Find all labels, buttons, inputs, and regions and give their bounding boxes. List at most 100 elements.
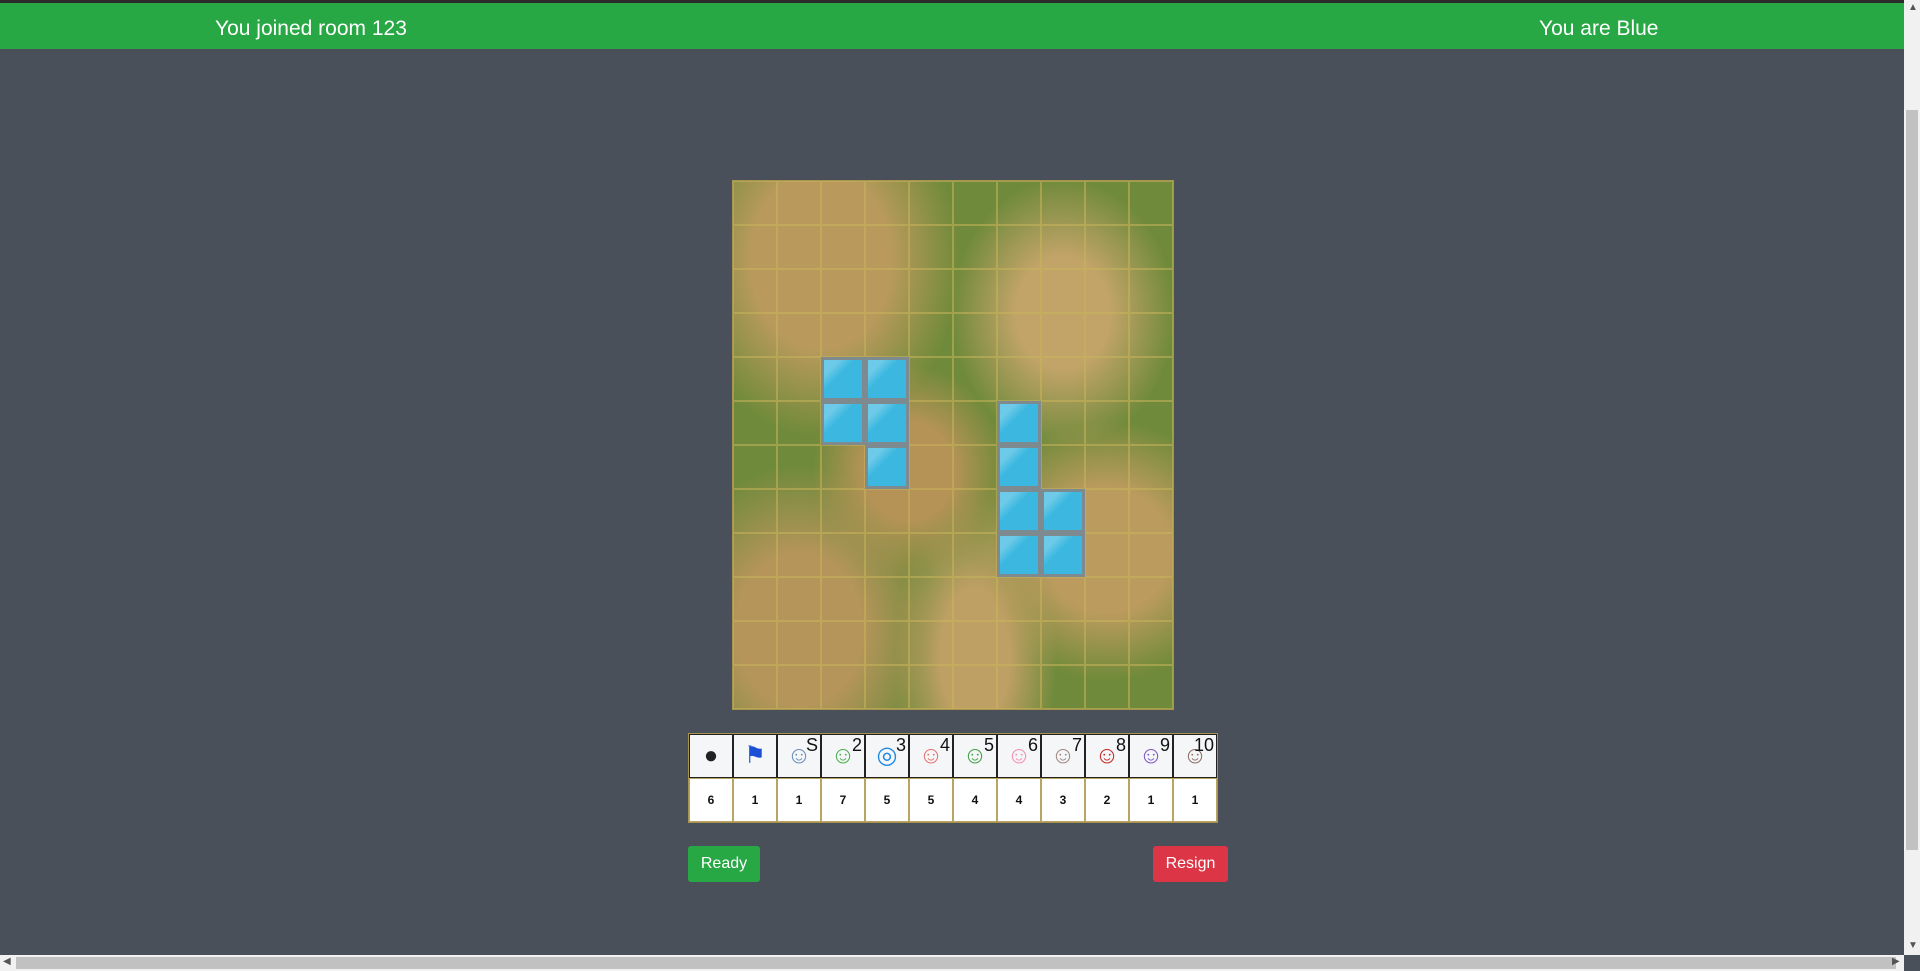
piece-cowboy[interactable]: ☺ 10 [1173,734,1217,778]
board-cell[interactable] [733,665,777,709]
piece-binoculars[interactable]: ◎ 3 [865,734,909,778]
horizontal-scroll-thumb[interactable] [16,957,1896,969]
board-cell[interactable] [777,269,821,313]
piece-flag[interactable]: ⚑ [733,734,777,778]
board-cell[interactable] [1041,181,1085,225]
board-cell[interactable] [733,621,777,665]
board-cell[interactable] [1041,225,1085,269]
board-cell[interactable] [953,533,997,577]
board-cell[interactable] [733,577,777,621]
board-cell[interactable] [777,621,821,665]
board-cell[interactable] [1085,181,1129,225]
board-cell[interactable] [1129,357,1173,401]
board-cell[interactable] [953,357,997,401]
board-cell[interactable] [733,357,777,401]
board-cell[interactable] [1041,445,1085,489]
scroll-left-icon[interactable]: ◀ [3,956,11,967]
board-cell[interactable] [997,181,1041,225]
board-cell[interactable] [821,225,865,269]
board-cell[interactable] [1129,621,1173,665]
board-cell[interactable] [821,269,865,313]
board-cell[interactable] [865,621,909,665]
board-cell[interactable] [1041,621,1085,665]
board-cell[interactable] [821,313,865,357]
board-cell[interactable] [997,665,1041,709]
board-cell[interactable] [777,445,821,489]
board-cell[interactable] [1129,401,1173,445]
piece-dinosaur[interactable]: ☺ 5 [953,734,997,778]
board-cell[interactable] [953,665,997,709]
piece-chicken[interactable]: ☺ 4 [909,734,953,778]
board-cell[interactable] [1085,357,1129,401]
board-cell[interactable] [821,577,865,621]
board-cell[interactable] [1085,577,1129,621]
board-cell[interactable] [777,665,821,709]
board-cell[interactable] [997,357,1041,401]
board-cell[interactable] [865,225,909,269]
board-cell[interactable] [733,533,777,577]
board-cell[interactable] [953,225,997,269]
board-cell[interactable] [909,313,953,357]
board-cell[interactable] [1041,665,1085,709]
board-cell[interactable] [953,181,997,225]
board-cell[interactable] [909,665,953,709]
board-cell[interactable] [1085,269,1129,313]
board-cell[interactable] [1041,313,1085,357]
board-cell[interactable] [953,401,997,445]
ready-button[interactable]: Ready [688,846,760,882]
piece-bomb[interactable]: ● [689,734,733,778]
board-cell[interactable] [909,577,953,621]
board-cell[interactable] [909,401,953,445]
board-cell[interactable] [1085,621,1129,665]
board-cell[interactable] [1129,489,1173,533]
board-cell[interactable] [777,313,821,357]
board-cell[interactable] [997,577,1041,621]
board-cell[interactable] [1129,313,1173,357]
board-cell[interactable] [777,533,821,577]
scroll-down-icon[interactable]: ▼ [1908,940,1918,951]
board-cell[interactable] [1129,225,1173,269]
vertical-scroll-thumb[interactable] [1906,110,1918,850]
board-cell[interactable] [1129,181,1173,225]
piece-potato-head[interactable]: ☺ 7 [1041,734,1085,778]
board-cell[interactable] [997,313,1041,357]
board-cell[interactable] [777,225,821,269]
board-cell[interactable] [997,225,1041,269]
board-cell[interactable] [777,401,821,445]
piece-alien[interactable]: ☺ 2 [821,734,865,778]
board-cell[interactable] [733,489,777,533]
board-cell[interactable] [733,269,777,313]
board-cell[interactable] [1085,665,1129,709]
board-cell[interactable] [909,445,953,489]
board-cell[interactable] [1041,269,1085,313]
board-cell[interactable] [1085,445,1129,489]
board-cell[interactable] [733,313,777,357]
board-cell[interactable] [821,665,865,709]
board-cell[interactable] [777,357,821,401]
board-cell[interactable] [821,621,865,665]
board-cell[interactable] [1129,445,1173,489]
board-cell[interactable] [865,489,909,533]
board-cell[interactable] [865,181,909,225]
board-cell[interactable] [733,225,777,269]
board-cell[interactable] [1129,665,1173,709]
board-cell[interactable] [909,357,953,401]
board-cell[interactable] [821,533,865,577]
scroll-up-icon[interactable]: ▲ [1908,2,1918,13]
resign-button[interactable]: Resign [1153,846,1228,882]
board-cell[interactable] [821,181,865,225]
game-board[interactable] [732,180,1174,710]
board-cell[interactable] [909,621,953,665]
board-cell[interactable] [953,313,997,357]
board-cell[interactable] [909,489,953,533]
board-cell[interactable] [953,489,997,533]
board-cell[interactable] [1085,313,1129,357]
board-cell[interactable] [1041,357,1085,401]
board-cell[interactable] [821,445,865,489]
board-cell[interactable] [953,577,997,621]
board-cell[interactable] [733,181,777,225]
board-cell[interactable] [909,269,953,313]
board-cell[interactable] [953,269,997,313]
horizontal-scrollbar[interactable]: ◀ ▶ [0,955,1904,971]
board-cell[interactable] [1041,577,1085,621]
